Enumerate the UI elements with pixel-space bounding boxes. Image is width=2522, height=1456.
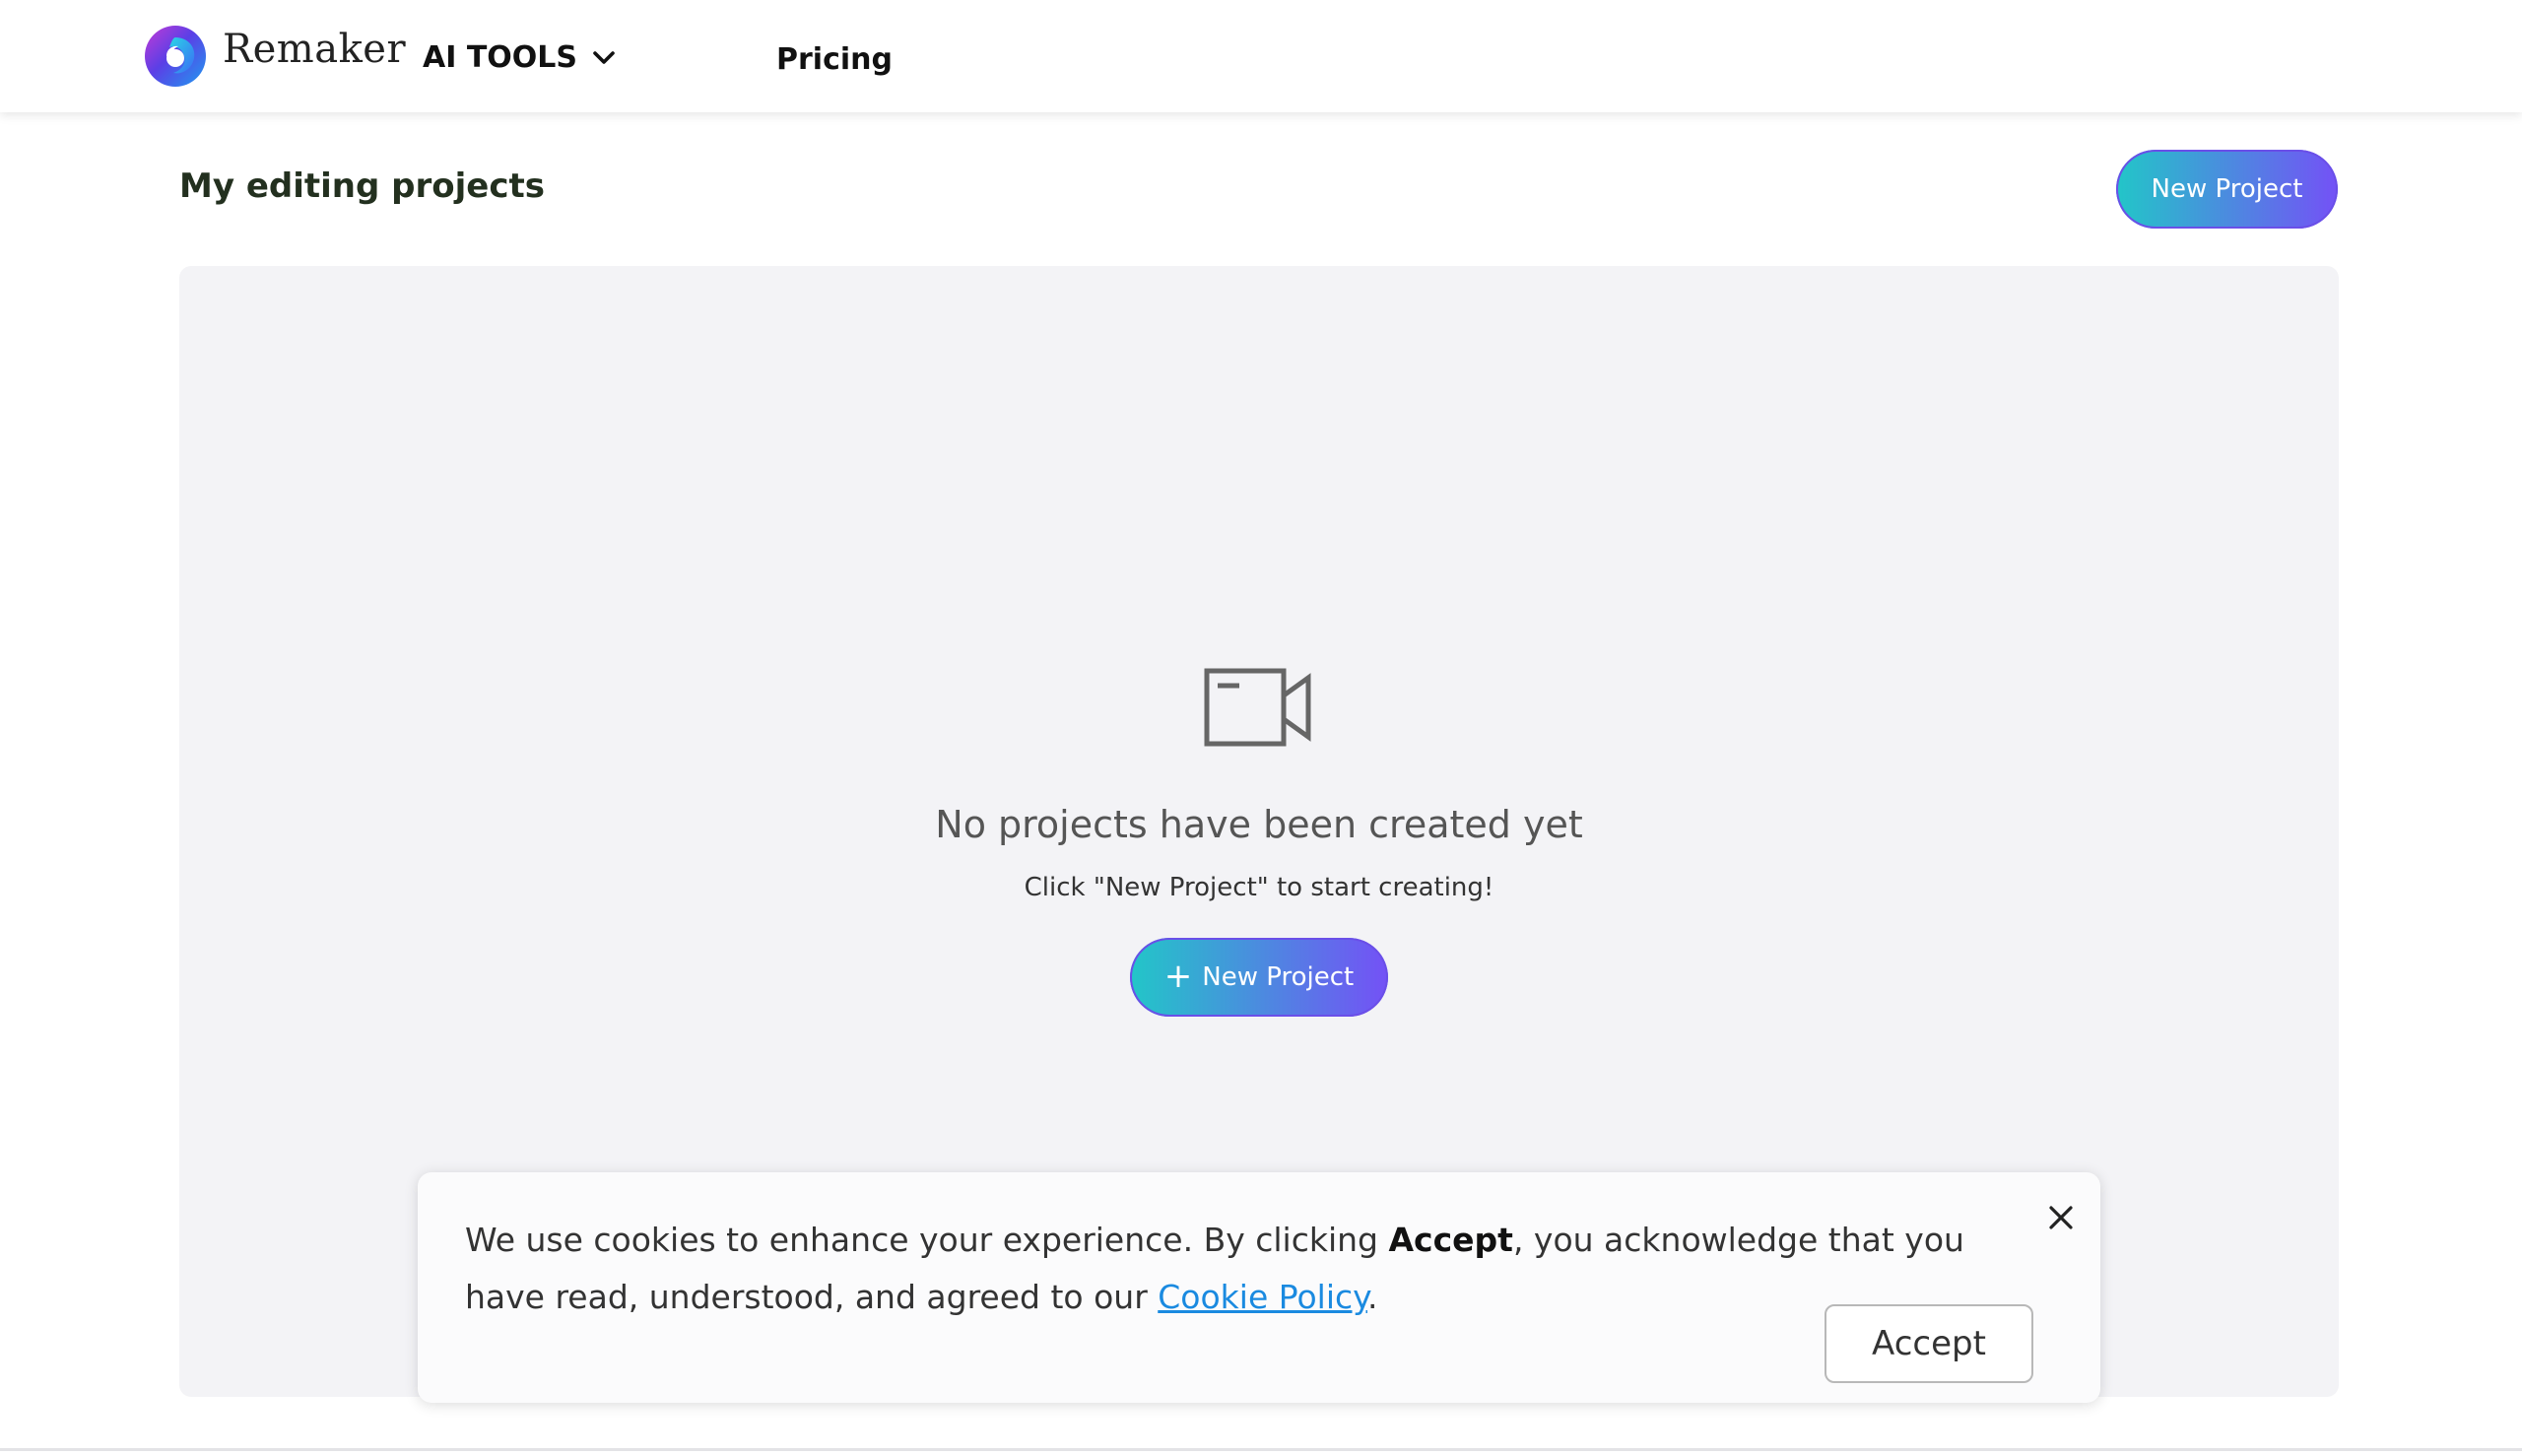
- brand-name[interactable]: Remaker: [223, 30, 406, 69]
- cookie-text-before: We use cookies to enhance your experienc…: [465, 1221, 1389, 1259]
- cookie-text-accept-emphasis: Accept: [1388, 1221, 1513, 1259]
- cookie-banner: We use cookies to enhance your experienc…: [418, 1172, 2100, 1403]
- new-project-button-top[interactable]: New Project: [2116, 150, 2338, 229]
- ai-tools-dropdown[interactable]: AI TOOLS: [423, 43, 619, 73]
- ai-tools-label: AI TOOLS: [423, 40, 578, 75]
- new-project-button-center[interactable]: + New Project: [1130, 938, 1388, 1017]
- cookie-text-end: .: [1366, 1278, 1378, 1316]
- page-title: My editing projects: [179, 166, 545, 206]
- cookie-policy-link[interactable]: Cookie Policy: [1158, 1278, 1367, 1316]
- video-camera-icon: [1204, 668, 1311, 747]
- cookie-message: We use cookies to enhance your experienc…: [465, 1212, 2041, 1326]
- top-navigation-bar: Remaker AI TOOLS Pricing: [0, 0, 2522, 112]
- accept-cookies-button[interactable]: Accept: [1825, 1304, 2033, 1383]
- plus-icon: +: [1163, 957, 1193, 996]
- chevron-down-icon: [593, 51, 615, 64]
- remaker-logo-icon[interactable]: [143, 24, 208, 89]
- nav-pricing-link[interactable]: Pricing: [776, 45, 893, 75]
- bottom-divider: [0, 1448, 2522, 1451]
- empty-state-subtitle: Click "New Project" to start creating!: [1024, 873, 1494, 902]
- empty-state-title: No projects have been created yet: [935, 803, 1583, 846]
- close-icon[interactable]: [2041, 1198, 2081, 1237]
- new-project-button-label: New Project: [1202, 962, 1355, 992]
